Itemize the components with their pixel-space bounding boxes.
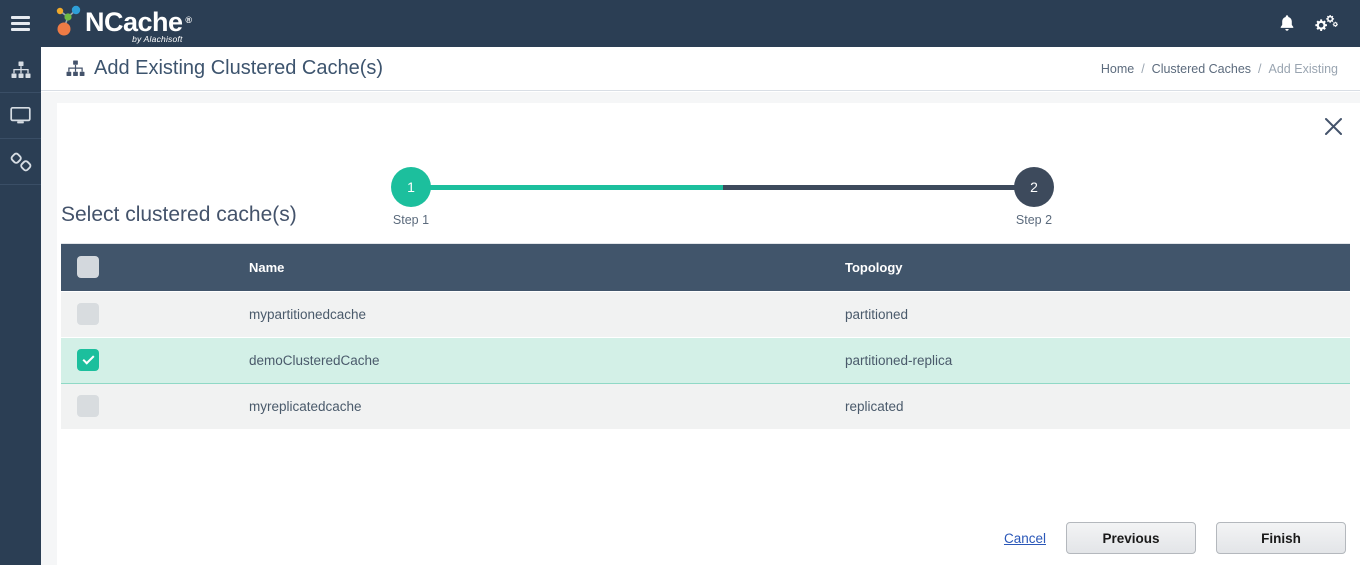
step-1-node[interactable]: 1 (391, 167, 431, 207)
sidebar-item-monitor[interactable] (0, 93, 41, 139)
top-bar: NCache ® by Alachisoft (0, 0, 1360, 47)
hamburger-bar (11, 16, 30, 19)
row-name-cell: demoClusteredCache (249, 336, 845, 384)
finish-button[interactable]: Finish (1216, 522, 1346, 554)
table-header-row: Name Topology (61, 244, 1350, 291)
stepper-progress-remaining (723, 185, 1040, 190)
link-icon (10, 152, 31, 171)
table-row[interactable]: mypartitionedcache partitioned (61, 290, 1350, 337)
section-heading: Select clustered cache(s) (61, 203, 297, 226)
logo-letter-n: N (85, 6, 105, 37)
ncache-logo[interactable]: NCache ® by Alachisoft (51, 4, 192, 44)
close-glyph (1324, 117, 1342, 135)
row-topology-cell: partitioned (845, 290, 1350, 337)
row-select-cell (61, 336, 249, 384)
column-header-topology: Topology (845, 244, 1350, 291)
ncache-logo-mark (51, 4, 89, 44)
cancel-link[interactable]: Cancel (1004, 531, 1046, 546)
row-checkbox[interactable] (77, 303, 99, 325)
breadcrumb-separator: / (1258, 61, 1262, 76)
stepper-progress-completed (411, 185, 723, 190)
bell-icon[interactable] (1278, 14, 1296, 33)
table-row[interactable]: myreplicatedcache replicated (61, 382, 1350, 429)
row-name-cell: myreplicatedcache (249, 382, 845, 429)
row-name-cell: mypartitionedcache (249, 290, 845, 337)
step-2-label: Step 2 (1015, 213, 1053, 227)
table-row[interactable]: demoClusteredCache partitioned-replica (61, 336, 1350, 384)
cache-topology: partitioned (845, 306, 909, 322)
column-header-select (61, 244, 249, 291)
gears-icon[interactable] (1314, 14, 1338, 34)
table-body: mypartitionedcache partitioned demoClust… (61, 290, 1350, 429)
content-region: 1 2 Step 1 Step 2 Select clustered cache… (41, 92, 1360, 565)
sidebar-item-clusters[interactable] (0, 47, 41, 93)
logo-registered-mark: ® (185, 14, 192, 25)
bell-glyph (1280, 15, 1294, 31)
row-checkbox[interactable] (77, 349, 99, 371)
column-header-name-label: Name (249, 259, 285, 275)
row-topology-cell: partitioned-replica (845, 336, 1350, 384)
monitor-icon (10, 106, 31, 124)
cache-topology: replicated (845, 398, 904, 414)
breadcrumb-clustered-caches[interactable]: Clustered Caches (1152, 62, 1251, 76)
breadcrumb-home[interactable]: Home (1101, 62, 1134, 76)
select-all-checkbox[interactable] (77, 256, 99, 279)
sidebar-item-links[interactable] (0, 139, 41, 185)
logo-word-cache: Cache (104, 6, 183, 37)
column-header-topology-label: Topology (845, 259, 903, 275)
row-topology-cell: replicated (845, 382, 1350, 429)
cluster-icon (11, 61, 30, 78)
step-1-label: Step 1 (392, 213, 430, 227)
row-select-cell (61, 290, 249, 337)
previous-button[interactable]: Previous (1066, 522, 1196, 554)
left-sidebar (0, 47, 41, 565)
row-checkbox[interactable] (77, 395, 99, 418)
check-icon (81, 352, 95, 365)
cache-name: demoClusteredCache (249, 352, 380, 368)
hamburger-bar (11, 28, 30, 31)
cache-name: mypartitionedcache (249, 306, 367, 322)
cache-topology: partitioned-replica (845, 352, 953, 368)
hamburger-icon[interactable] (0, 0, 41, 47)
page-title-text: Add Existing Clustered Cache(s) (94, 57, 384, 79)
wizard-footer: Cancel Previous Finish (1004, 522, 1346, 554)
topbar-actions (1278, 14, 1360, 34)
logo-wordmark: NCache ® (85, 6, 192, 37)
hamburger-bar (11, 22, 30, 25)
cache-name: myreplicatedcache (249, 398, 362, 414)
breadcrumb: Home / Clustered Caches / Add Existing (1101, 62, 1338, 76)
breadcrumb-current: Add Existing (1268, 61, 1338, 76)
step-2-node[interactable]: 2 (1014, 167, 1054, 207)
breadcrumb-separator: / (1141, 61, 1145, 76)
wizard-stepper: 1 2 Step 1 Step 2 (57, 135, 1360, 227)
cache-table: Name Topology mypartitionedcache partiti… (61, 243, 1350, 429)
page-title: Add Existing Clustered Cache(s) (66, 57, 383, 80)
logo-graphic (56, 5, 81, 35)
column-header-name: Name (249, 244, 845, 291)
page-header: Add Existing Clustered Cache(s) Home / C… (41, 47, 1360, 91)
row-select-cell (61, 382, 249, 429)
wizard-card: 1 2 Step 1 Step 2 Select clustered cache… (57, 103, 1360, 565)
cluster-icon (66, 60, 85, 77)
gears-glyph (1315, 14, 1338, 31)
ncache-logo-text: NCache ® by Alachisoft (85, 6, 192, 44)
